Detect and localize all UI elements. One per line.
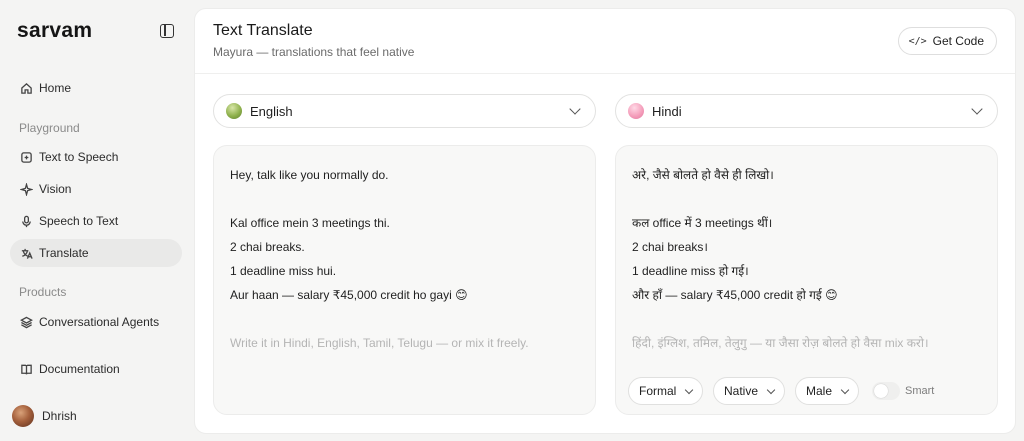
sidebar-item-label: Documentation [39, 362, 120, 376]
page-subtitle: Mayura — translations that feel native [213, 45, 415, 59]
source-text-line: 2 chai breaks. [230, 240, 305, 254]
layers-icon [19, 315, 33, 329]
chevron-down-icon [569, 103, 581, 115]
chevron-down-icon [766, 385, 776, 394]
translation-text-line: और हाँ — salary ₹45,000 credit हो गई 😊 [632, 288, 838, 302]
sidebar-item-label: Text to Speech [39, 150, 119, 164]
sidebar-item-documentation[interactable]: Documentation [10, 355, 182, 383]
style-value: Native [724, 384, 759, 398]
sidebar-item-conversational-agents[interactable]: Conversational Agents [10, 308, 182, 336]
home-icon [19, 81, 33, 95]
sidebar-item-label: Conversational Agents [39, 315, 160, 329]
translation-text-line: 1 deadline miss हो गई। [632, 264, 749, 278]
sidebar-item-text-to-speech[interactable]: Text to Speech [10, 143, 182, 171]
hindi-language-dot-icon [628, 103, 644, 119]
chevron-down-icon [840, 385, 850, 394]
target-language-select[interactable]: Hindi [615, 94, 998, 128]
style-dropdown[interactable]: Native [713, 377, 786, 405]
source-text-line: Hey, talk like you normally do. [230, 168, 389, 182]
source-text-line: 1 deadline miss hui. [230, 264, 337, 278]
section-label-playground: Playground [19, 121, 80, 135]
source-text-line: Kal office mein 3 meetings thi. [230, 216, 390, 230]
microphone-icon [19, 214, 33, 228]
sidebar-toggle-icon[interactable] [160, 24, 174, 38]
source-language-label: English [250, 103, 293, 119]
target-language-label: Hindi [652, 103, 682, 119]
translation-text-line: कल office में 3 meetings थीं। [632, 216, 773, 230]
toggle-knob [874, 384, 888, 398]
chevron-down-icon [685, 385, 694, 394]
sidebar-item-translate[interactable]: Translate [10, 239, 182, 267]
translation-text-line: 2 chai breaks। [632, 240, 708, 254]
avatar [12, 405, 34, 427]
get-code-button[interactable]: </> Get Code [897, 27, 997, 55]
brand-logo[interactable]: sarvam [17, 19, 92, 43]
smart-toggle-label: Smart [905, 385, 935, 397]
source-text-area[interactable]: Hey, talk like you normally do. Kal offi… [213, 145, 596, 415]
user-profile[interactable]: Dhrish [12, 405, 77, 427]
voice-gender-dropdown[interactable]: Male [795, 377, 860, 405]
source-text-line: Aur haan — salary ₹45,000 credit ho gayi… [230, 288, 468, 302]
translation-placeholder: हिंदी, इंग्लिश, तमिल, तेलुगु — या जैसा र… [632, 336, 929, 350]
header-divider [195, 73, 1015, 74]
section-label-products: Products [19, 285, 67, 299]
book-icon [19, 362, 33, 376]
user-name: Dhrish [42, 409, 77, 423]
source-language-select[interactable]: English [213, 94, 596, 128]
formality-dropdown[interactable]: Formal [628, 377, 704, 405]
code-icon: </> [908, 35, 927, 47]
sparkle-icon [19, 182, 33, 196]
gender-value: Male [806, 384, 833, 398]
source-placeholder: Write it in Hindi, English, Tamil, Telug… [230, 336, 529, 350]
sidebar-item-label: Speech to Text [39, 214, 119, 228]
main-panel: Text Translate Mayura — translations tha… [194, 8, 1016, 434]
translation-output-area: अरे, जैसे बोलते हो वैसे ही लिखो। कल offi… [615, 145, 998, 415]
chevron-down-icon [971, 103, 983, 115]
sidebar-item-label: Vision [39, 182, 72, 196]
formality-value: Formal [639, 384, 677, 398]
get-code-label: Get Code [932, 34, 984, 48]
sidebar-item-home[interactable]: Home [10, 74, 182, 102]
translation-text-line: अरे, जैसे बोलते हो वैसे ही लिखो। [632, 168, 774, 182]
translate-icon [19, 246, 33, 260]
sidebar: sarvam Home Playground Text to Speech Vi… [0, 0, 192, 441]
smart-toggle[interactable] [872, 382, 900, 400]
english-language-dot-icon [226, 103, 242, 119]
sidebar-item-label: Home [39, 81, 72, 95]
sidebar-item-label: Translate [39, 246, 89, 260]
sidebar-item-vision[interactable]: Vision [10, 175, 182, 203]
sidebar-item-speech-to-text[interactable]: Speech to Text [10, 207, 182, 235]
text-to-speech-icon [19, 150, 33, 164]
page-title: Text Translate [213, 22, 313, 39]
